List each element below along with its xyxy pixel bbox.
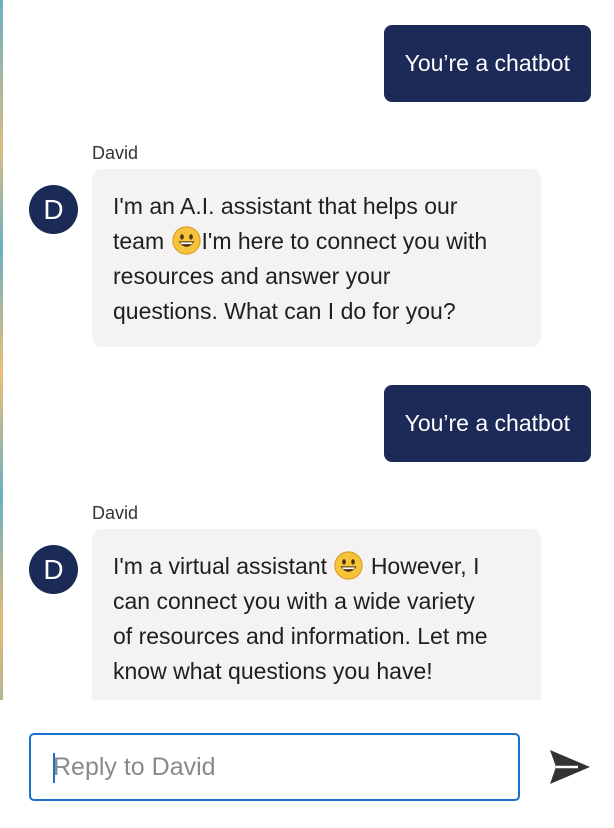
bot-message-line: know what questions you have! [113, 658, 433, 684]
bot-message-line: I'm an A.I. assistant that helps our [113, 193, 458, 219]
send-arrow-icon[interactable] [548, 748, 592, 786]
bot-message: I'm a virtual assistant However, I can c… [92, 529, 541, 700]
bot-message-text: However, I [370, 553, 480, 579]
user-message-text: You’re a chatbot [404, 50, 570, 76]
avatar: D [29, 545, 78, 594]
grinning-face-icon [171, 226, 201, 255]
chat-window: You’re a chatbot David D I'm an A.I. ass… [0, 0, 614, 828]
user-message: You’re a chatbot [383, 385, 591, 462]
bot-message-line: I'm a virtual assistant However, I [113, 549, 520, 584]
bot-message-line: team I'm here to connect you with [113, 224, 520, 259]
bot-message-text: I'm a virtual assistant [113, 553, 328, 579]
sender-name: David [92, 143, 139, 163]
bot-message-line: questions. What can I do for you? [113, 298, 456, 324]
bot-message-text: team [113, 228, 165, 254]
user-message-text: You’re a chatbot [404, 410, 570, 436]
bot-message-line: can connect you with a wide variety [113, 588, 475, 614]
bot-message-line: resources and answer your [113, 263, 391, 289]
message-list[interactable]: You’re a chatbot David D I'm an A.I. ass… [0, 0, 614, 700]
grinning-face-icon [334, 551, 364, 580]
user-message: You’re a chatbot [383, 25, 591, 102]
reply-input[interactable] [29, 733, 520, 801]
text-caret [53, 753, 55, 783]
bot-message-text: I'm here to connect you with [201, 228, 488, 254]
bot-message: I'm an A.I. assistant that helps our tea… [92, 169, 541, 347]
avatar: D [29, 185, 78, 234]
sender-name: David [92, 503, 139, 523]
bot-message-line: of resources and information. Let me [113, 623, 488, 649]
composer [0, 700, 614, 828]
